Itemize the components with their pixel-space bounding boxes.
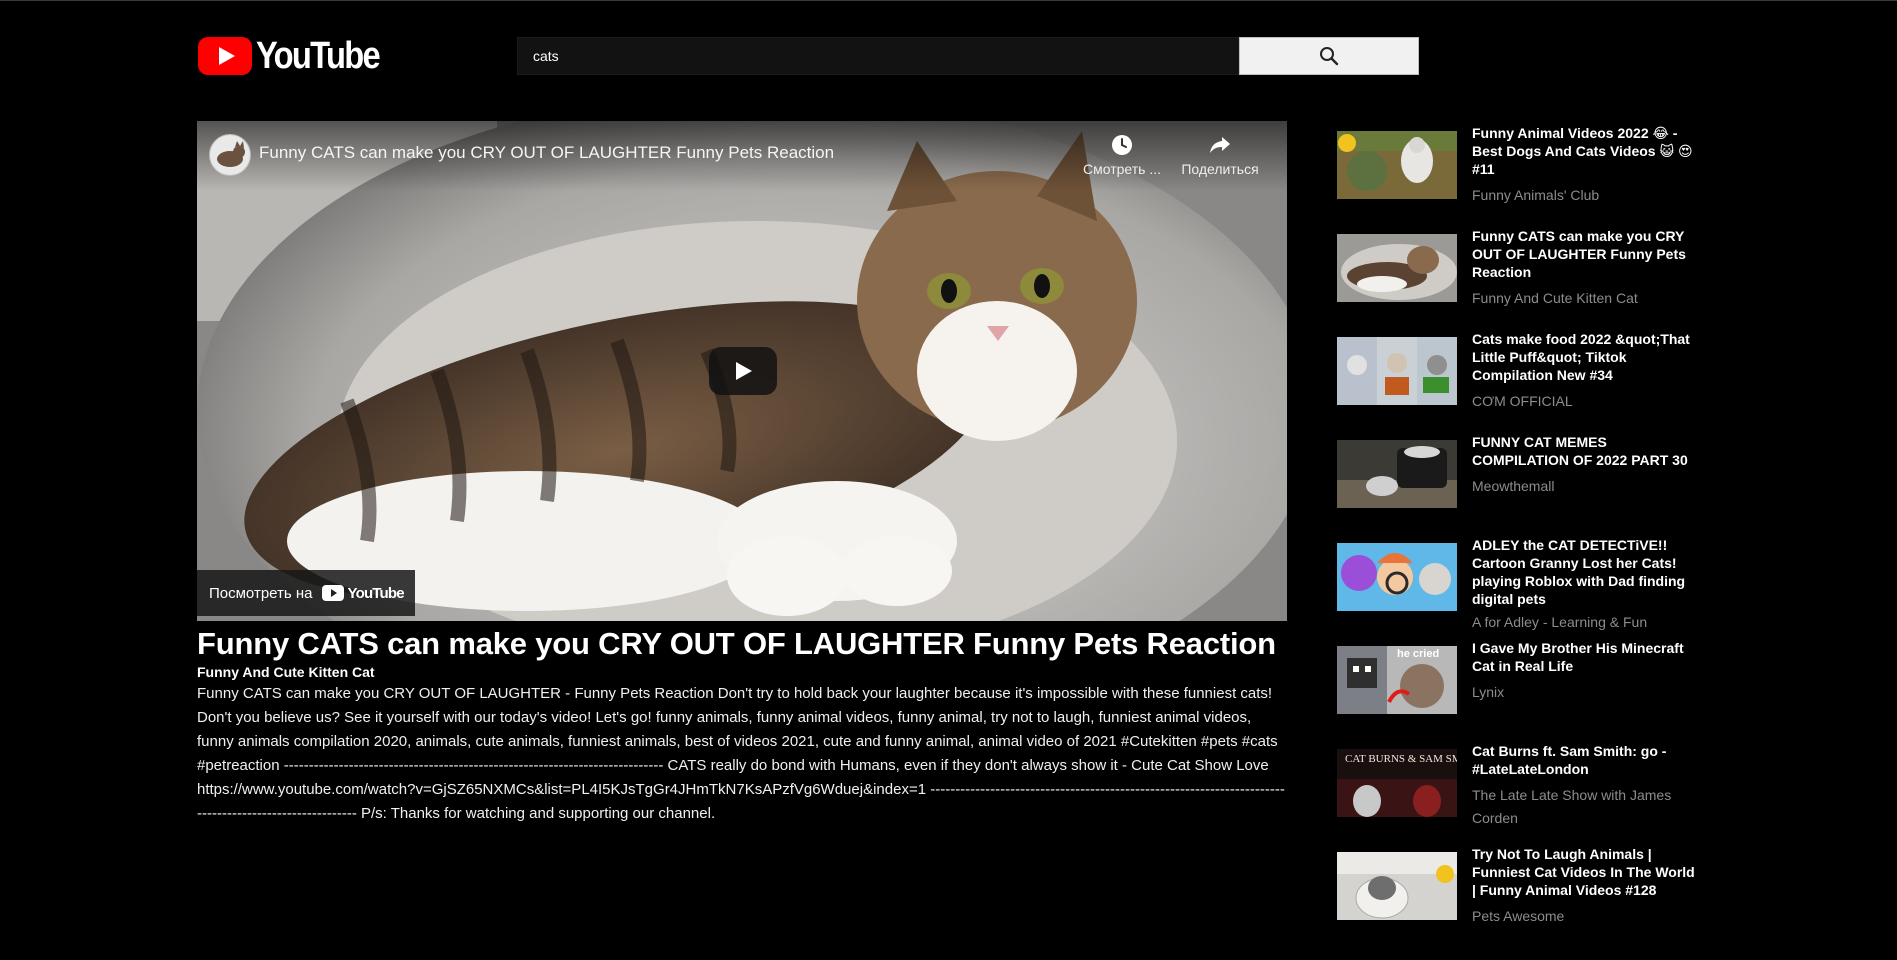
recommended-video[interactable]: ADLEY the CAT DETECTiVE!! Cartoon Granny… [1337,536,1697,639]
thumbnail-image: CAT BURNS & SAM SMITH [1337,749,1457,817]
player-video-title[interactable]: Funny CATS can make you CRY OUT OF LAUGH… [259,143,834,163]
recommended-video[interactable]: CAT BURNS & SAM SMITH Cat Burns ft. Sam … [1337,742,1697,845]
recommended-channel[interactable]: Lynix [1472,681,1504,704]
play-button[interactable] [709,347,777,395]
watch-on-label: Посмотреть на [209,584,313,602]
youtube-logo[interactable]: YouTube [198,37,399,75]
video-thumbnail[interactable] [1337,234,1457,302]
thumbnail-image [1337,543,1457,611]
recommended-list: Funny Animal Videos 2022 😂 - Best Dogs A… [1337,124,1697,948]
recommended-channel[interactable]: The Late Late Show with James Corden [1472,784,1697,830]
recommended-video[interactable]: Funny CATS can make you CRY OUT OF LAUGH… [1337,227,1697,330]
recommended-channel[interactable]: CƠM OFFICIAL [1472,390,1573,413]
video-thumbnail[interactable] [1337,852,1457,920]
recommended-channel[interactable]: A for Adley - Learning & Fun [1472,611,1647,634]
watch-later-label: Смотреть ... [1083,161,1161,177]
share-label: Поделиться [1181,161,1259,177]
recommended-video[interactable]: Funny Animal Videos 2022 😂 - Best Dogs A… [1337,124,1697,227]
recommended-title[interactable]: Cats make food 2022 &quot;That Little Pu… [1472,330,1697,384]
recommended-channel[interactable]: Funny Animals' Club [1472,184,1599,207]
play-icon [736,362,752,380]
search-icon [1320,47,1339,66]
thumbnail-image [1337,440,1457,508]
watch-on-youtube-logo: YouTube [322,584,405,602]
video-description: Funny CATS can make you CRY OUT OF LAUGH… [197,685,1285,822]
video-thumbnail[interactable]: CAT BURNS & SAM SMITH [1337,749,1457,817]
search-input[interactable] [517,37,1239,75]
logo-text: YouTube [256,35,381,77]
thumbnail-image [1337,337,1457,405]
recommended-title[interactable]: Funny Animal Videos 2022 😂 - Best Dogs A… [1472,124,1697,178]
search-bar [517,37,1419,75]
share-button[interactable]: Поделиться [1175,133,1265,177]
recommended-title[interactable]: Try Not To Laugh Animals | Funniest Cat … [1472,845,1697,899]
recommended-video[interactable]: FUNNY CAT MEMES COMPILATION OF 2022 PART… [1337,433,1697,536]
recommended-video[interactable]: Try Not To Laugh Animals | Funniest Cat … [1337,845,1697,948]
video-thumbnail[interactable] [1337,543,1457,611]
recommended-channel[interactable]: Meowthemall [1472,475,1554,498]
video-thumbnail[interactable]: he cried [1337,646,1457,714]
video-title: Funny CATS can make you CRY OUT OF LAUGH… [197,626,1276,661]
watch-later-button[interactable]: Смотреть ... [1077,133,1167,177]
share-icon [1210,137,1230,153]
search-button[interactable] [1239,37,1419,75]
recommended-title[interactable]: ADLEY the CAT DETECTiVE!! Cartoon Granny… [1472,536,1697,608]
recommended-title[interactable]: Cat Burns ft. Sam Smith: go - #LateLateL… [1472,742,1697,778]
recommended-title[interactable]: I Gave My Brother His Minecraft Cat in R… [1472,639,1697,675]
watch-on-youtube-button[interactable]: Посмотреть на YouTube [197,570,415,616]
thumbnail-image [1337,234,1457,302]
youtube-logo-icon [322,585,345,601]
thumbnail-caption: CAT BURNS & SAM SMITH [1345,753,1457,765]
recommended-channel[interactable]: Pets Awesome [1472,905,1564,928]
video-channel-name[interactable]: Funny And Cute Kitten Cat [197,664,375,680]
thumbnail-image [1337,852,1457,920]
video-thumbnail[interactable] [1337,337,1457,405]
recommended-video[interactable]: Cats make food 2022 &quot;That Little Pu… [1337,330,1697,433]
thumbnail-image: he cried [1337,646,1457,714]
top-border [0,0,1897,1]
video-thumbnail[interactable] [1337,440,1457,508]
recommended-title[interactable]: FUNNY CAT MEMES COMPILATION OF 2022 PART… [1472,433,1697,469]
thumbnail-caption: he cried [1397,648,1439,660]
clock-icon [1112,135,1132,155]
channel-avatar[interactable] [209,134,251,176]
video-player[interactable]: Funny CATS can make you CRY OUT OF LAUGH… [197,121,1287,621]
recommended-channel[interactable]: Funny And Cute Kitten Cat [1472,287,1638,310]
youtube-logo-icon [198,37,252,75]
video-thumbnail[interactable] [1337,131,1457,199]
thumbnail-image [1337,131,1457,199]
recommended-title[interactable]: Funny CATS can make you CRY OUT OF LAUGH… [1472,227,1697,281]
recommended-video[interactable]: he cried I Gave My Brother His Minecraft… [1337,639,1697,742]
watch-on-logo-text: YouTube [347,584,404,602]
cat-avatar-icon [217,141,245,167]
